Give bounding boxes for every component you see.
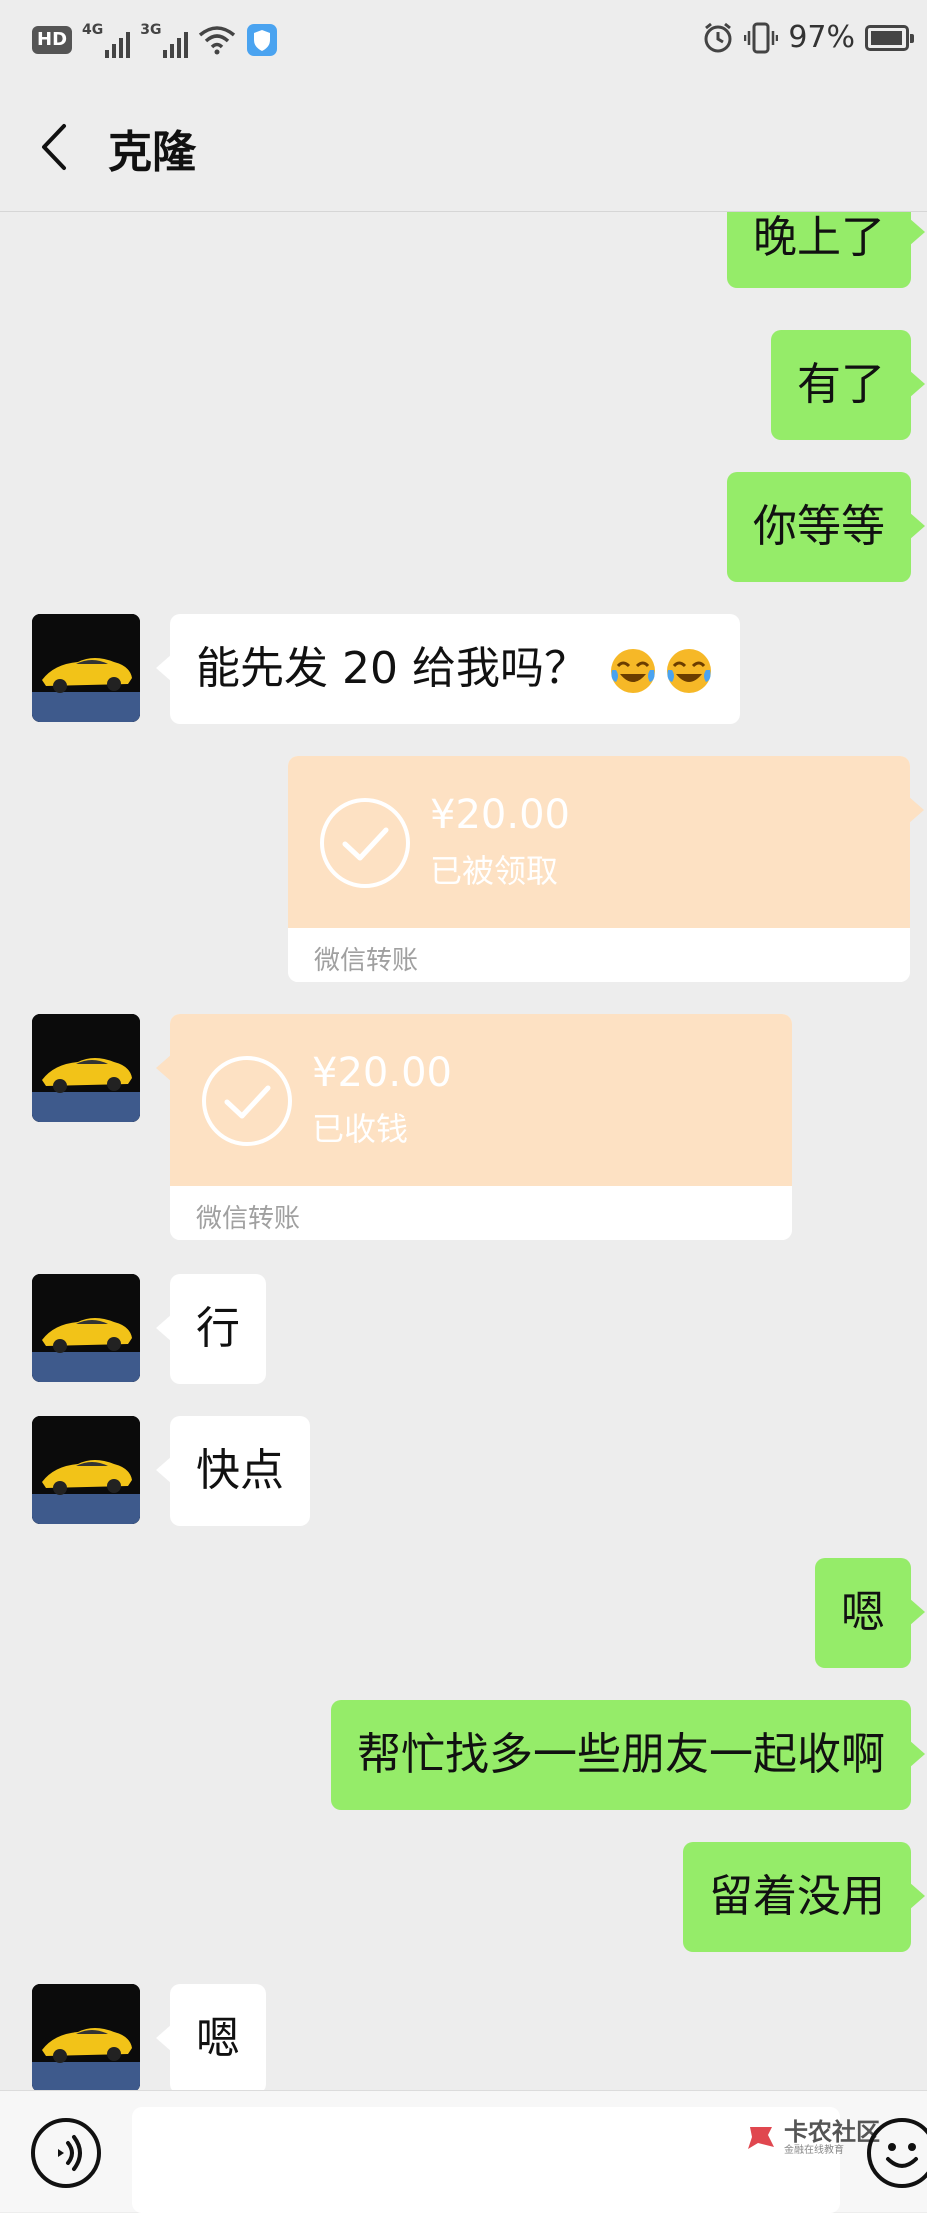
battery-percent: 97% xyxy=(788,20,855,55)
message-input[interactable] xyxy=(132,2107,840,2213)
message-bubble-outgoing[interactable]: 留着没用 xyxy=(683,1842,925,1952)
crying-laughing-emoji-icon xyxy=(666,649,711,693)
message-bubble-outgoing[interactable]: 晚上了 xyxy=(727,212,925,288)
transfer-amount: ¥20.00 xyxy=(312,1050,452,1096)
message-bubble-outgoing[interactable]: 嗯 xyxy=(815,1558,925,1668)
hd-badge: HD xyxy=(32,26,73,54)
message-bubble-outgoing[interactable]: 有了 xyxy=(771,330,925,440)
message-text: 嗯 xyxy=(841,1587,885,1638)
message-bubble-outgoing[interactable]: 帮忙找多一些朋友一起收啊 xyxy=(331,1700,925,1810)
watermark: 卡农社区 金融在线教育 xyxy=(744,2119,880,2157)
status-right: 97% xyxy=(702,20,914,55)
message-text: 能先发 20 给我吗？ xyxy=(196,643,588,694)
signal-bars-icon xyxy=(163,28,189,58)
avatar[interactable] xyxy=(32,1416,140,1524)
transfer-amount: ¥20.00 xyxy=(430,792,570,838)
alarm-icon xyxy=(704,22,732,52)
message-text: 留着没用 xyxy=(709,1871,885,1922)
car-avatar-icon xyxy=(32,614,140,722)
status-left: HD 4G 3G xyxy=(32,22,278,58)
message-bubble-incoming[interactable]: 能先发 20 给我吗？ xyxy=(156,614,740,724)
message-text: 嗯 xyxy=(196,2013,240,2064)
check-circle-icon xyxy=(320,798,410,888)
status-bar: HD 4G 3G 97% xyxy=(0,0,927,80)
network-type-label: 4G xyxy=(82,22,104,38)
transfer-card-incoming[interactable]: ¥20.00 已收钱 微信转账 xyxy=(156,1014,792,1240)
chat-header: 克隆 xyxy=(0,80,927,212)
avatar[interactable] xyxy=(32,1984,140,2090)
vibrate-icon xyxy=(744,22,779,53)
message-text: 晚上了 xyxy=(753,212,885,263)
message-bubble-incoming[interactable]: 嗯 xyxy=(156,1984,266,2090)
message-text: 快点 xyxy=(196,1445,284,1496)
message-bubble-incoming[interactable]: 行 xyxy=(156,1274,266,1384)
signal-bars-icon xyxy=(105,28,131,58)
car-avatar-icon xyxy=(32,1274,140,1382)
message-bubble-incoming[interactable]: 快点 xyxy=(156,1416,310,1526)
car-avatar-icon xyxy=(32,1014,140,1122)
message-text: 有了 xyxy=(797,359,885,410)
message-text: 你等等 xyxy=(753,501,885,552)
car-avatar-icon xyxy=(32,1416,140,1524)
chat-messages[interactable]: 晚上了 有了 你等等 能先发 20 给我吗？ ¥20.00 已被领取 微信转账 … xyxy=(0,212,927,2090)
signal-4g: 4G xyxy=(82,22,131,58)
transfer-card-outgoing[interactable]: ¥20.00 已被领取 微信转账 xyxy=(288,756,924,982)
chevron-left-icon[interactable] xyxy=(34,122,74,172)
transfer-label: 微信转账 xyxy=(196,1204,301,1234)
kanong-logo-icon xyxy=(748,2127,774,2149)
transfer-status: 已被领取 xyxy=(430,852,559,890)
transfer-label: 微信转账 xyxy=(314,946,419,976)
transfer-status: 已收钱 xyxy=(312,1110,409,1148)
transfer-card-footer: 微信转账 xyxy=(170,1186,792,1240)
car-avatar-icon xyxy=(32,1984,140,2090)
message-text: 行 xyxy=(196,1303,240,1354)
avatar[interactable] xyxy=(32,1014,140,1122)
page-title: 克隆 xyxy=(108,127,196,178)
signal-3g: 3G xyxy=(140,22,189,58)
smiley-face-icon[interactable] xyxy=(866,2117,927,2189)
check-circle-icon xyxy=(202,1056,292,1146)
network-type-label: 3G xyxy=(140,22,162,38)
message-text: 帮忙找多一些朋友一起收啊 xyxy=(357,1729,885,1780)
avatar[interactable] xyxy=(32,1274,140,1382)
wifi-icon xyxy=(199,26,236,55)
battery-icon xyxy=(865,24,914,51)
avatar[interactable] xyxy=(32,614,140,722)
transfer-card-top: ¥20.00 已收钱 xyxy=(170,1014,792,1186)
transfer-card-footer: 微信转账 xyxy=(288,928,910,982)
voice-icon[interactable] xyxy=(30,2117,102,2189)
input-bar: 卡农社区 金融在线教育 xyxy=(0,2090,927,2213)
message-bubble-outgoing[interactable]: 你等等 xyxy=(727,472,925,582)
crying-laughing-emoji-icon xyxy=(610,649,655,693)
transfer-card-top: ¥20.00 已被领取 xyxy=(288,756,910,928)
shield-icon xyxy=(247,24,278,56)
